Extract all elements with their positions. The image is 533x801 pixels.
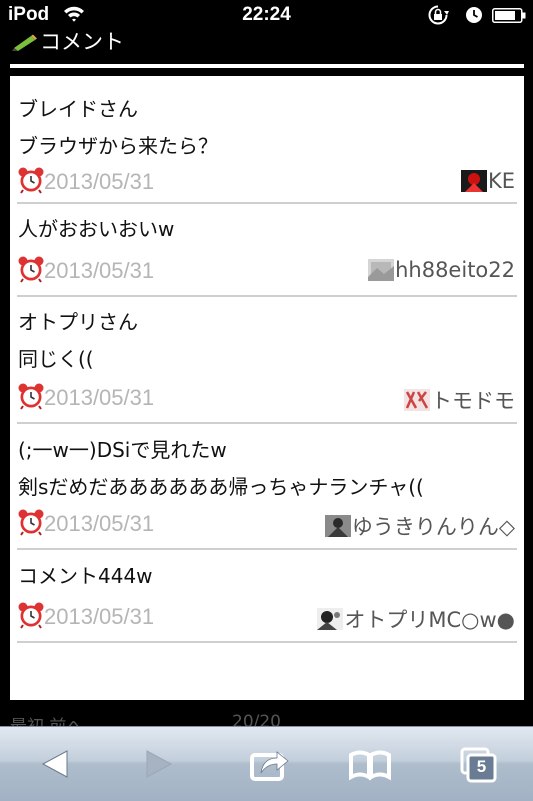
avatar <box>324 515 351 537</box>
battery-icon <box>492 8 526 23</box>
header-divider <box>10 64 524 68</box>
comment-text: コメント444w <box>18 564 153 588</box>
comment-date: 2013/05/31 <box>44 385 155 410</box>
alarm-clock-icon <box>18 509 44 536</box>
comment-text: 同じく(( <box>18 347 94 371</box>
comment-user[interactable]: トモドモ <box>404 385 515 415</box>
comment-date: 2013/05/31 <box>44 604 155 629</box>
bookmarks-icon[interactable] <box>345 741 395 787</box>
comment-meta: 2013/05/31 hh88eito22 <box>17 255 517 295</box>
comment-user[interactable]: オトプリMC○w● <box>317 604 515 634</box>
lock-rotation-icon <box>428 5 449 25</box>
comment-date: 2013/05/31 <box>44 169 155 194</box>
comment-item: オトプリさん 同じく(( 2013/05/31 トモドモ <box>17 297 517 424</box>
comment-text: (;一w一)DSiで見れたw <box>18 438 227 462</box>
comment-meta: 2013/05/31 ゆうきりんりん◇ <box>17 508 517 548</box>
alarm-clock-icon <box>18 256 44 283</box>
comment-item: コメント444w 2013/05/31 オトプリMC○w● <box>17 550 517 643</box>
comment-item: 人がおおいおいw 2013/05/31 hh88eito22 <box>17 204 517 297</box>
forward-icon[interactable] <box>134 741 184 787</box>
avatar <box>317 608 344 630</box>
page-header: コメント <box>0 30 533 70</box>
alarm-clock-icon <box>18 167 44 194</box>
comment-text: オトプリさん <box>18 310 138 334</box>
avatar <box>368 259 395 281</box>
tabs-count: 5 <box>476 757 487 776</box>
avatar <box>460 170 487 192</box>
comment-meta: 2013/05/31 KE <box>17 166 517 202</box>
comment-username[interactable]: ゆうきりんりん◇ <box>352 511 515 541</box>
page-title: コメント <box>40 30 124 54</box>
comment-user[interactable]: KE <box>460 169 515 193</box>
comment-username[interactable]: トモドモ <box>431 385 515 415</box>
status-time: 22:24 <box>242 4 291 25</box>
comment-item: ブレイドさん ブラウザから来たら？ 2013/05/31 KE <box>17 76 517 204</box>
pencil-icon <box>12 34 37 51</box>
comment-username[interactable]: KE <box>488 169 515 193</box>
alarm-clock-icon <box>18 602 44 629</box>
comment-text: 人がおおいおいw <box>18 217 175 241</box>
comment-list: ブレイドさん ブラウザから来たら？ 2013/05/31 KE 人がおおいおいw <box>10 76 524 700</box>
pager: 最初 前へ 20/20 <box>0 700 533 737</box>
clock-icon <box>466 7 482 23</box>
comment-item: (;一w一)DSiで見れたw 剣sだめだああああああ帰っちゃナランチャ(( 20… <box>17 424 517 550</box>
avatar <box>404 389 430 411</box>
comment-text: ブラウザから来たら？ <box>18 134 218 158</box>
comment-username[interactable]: オトプリMC○w● <box>344 604 515 634</box>
comment-meta: 2013/05/31 オトプリMC○w● <box>17 601 517 641</box>
back-icon[interactable] <box>30 741 80 787</box>
comment-username[interactable]: hh88eito22 <box>395 258 515 282</box>
comment-user[interactable]: hh88eito22 <box>368 258 515 282</box>
comment-text: ブレイドさん <box>18 97 138 121</box>
comment-date: 2013/05/31 <box>44 258 155 283</box>
share-icon[interactable] <box>243 741 293 787</box>
status-bar: iPod 22:24 <box>0 0 533 30</box>
alarm-clock-icon <box>18 383 44 410</box>
tabs-button[interactable]: 5 <box>455 741 505 787</box>
comment-meta: 2013/05/31 トモドモ <box>17 382 517 422</box>
comment-text: 剣sだめだああああああ帰っちゃナランチャ(( <box>18 475 424 499</box>
browser-toolbar: 5 <box>0 726 533 801</box>
comment-date: 2013/05/31 <box>44 511 155 536</box>
comment-user[interactable]: ゆうきりんりん◇ <box>324 511 515 541</box>
